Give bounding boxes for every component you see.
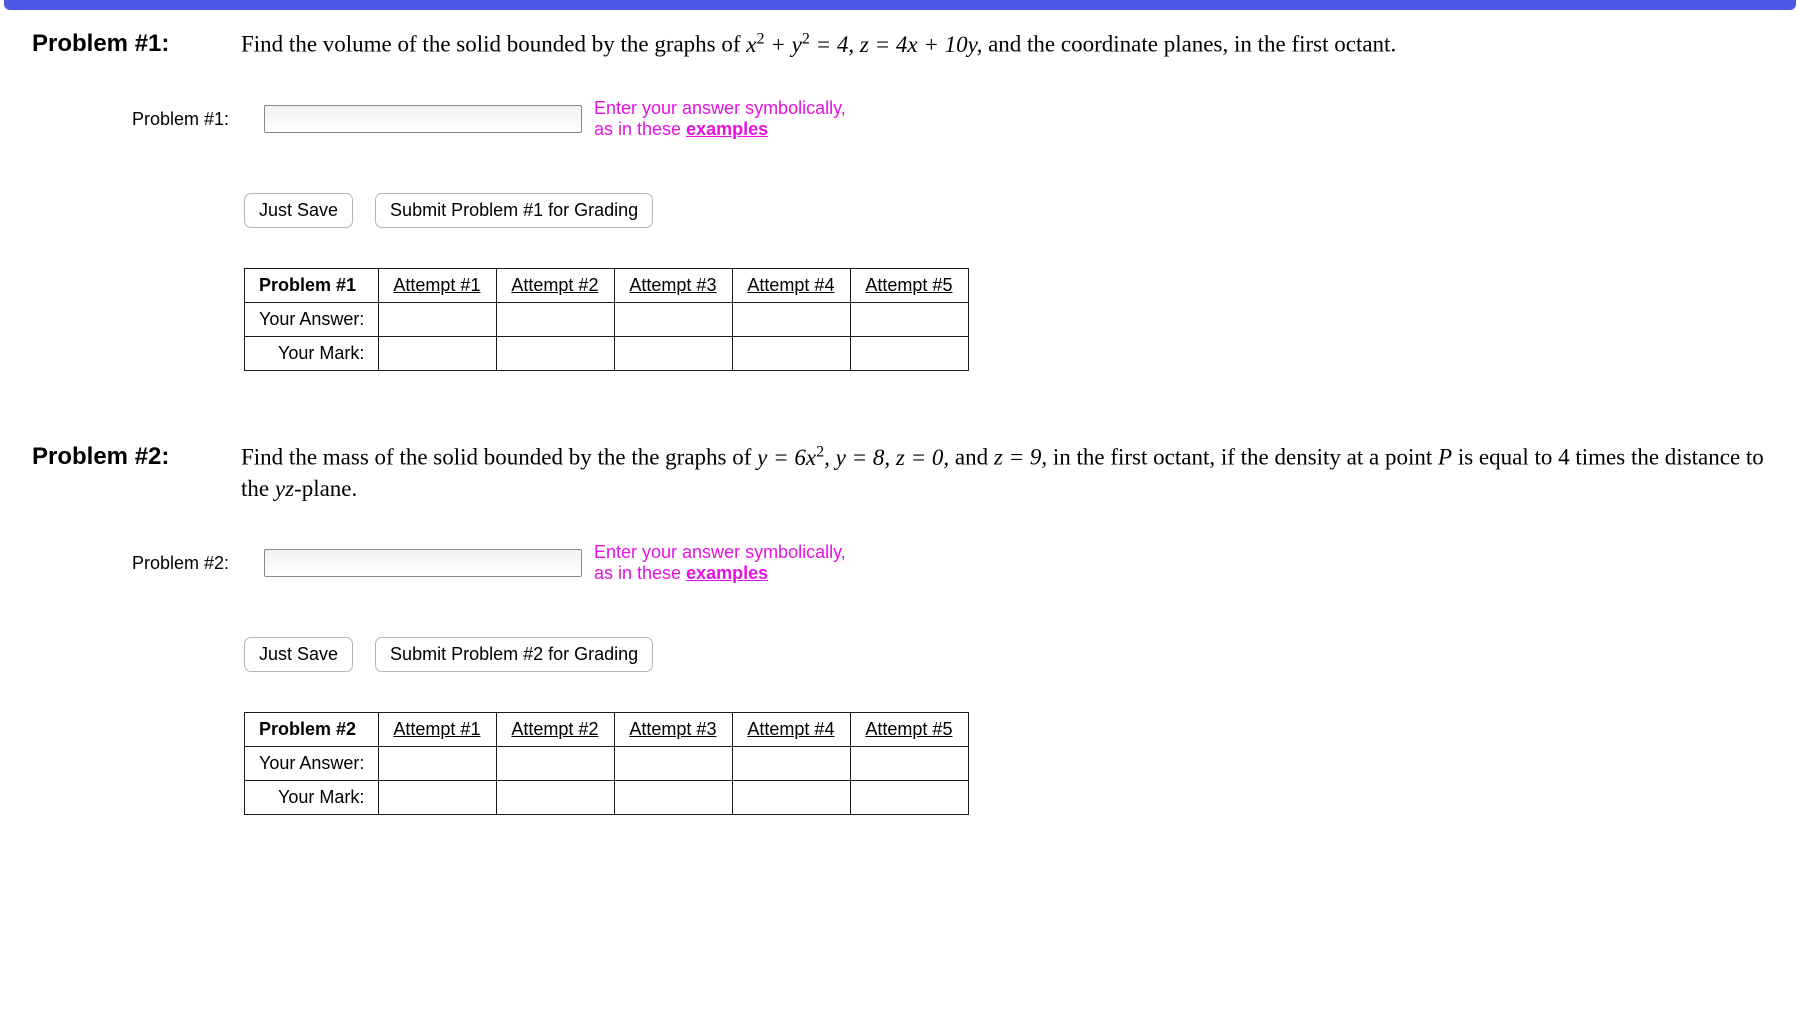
problem-1-header: Problem #1: Find the volume of the solid… — [32, 28, 1772, 60]
answer-cell — [615, 746, 733, 780]
attempt-header-3[interactable]: Attempt #3 — [615, 268, 733, 302]
problem-1-block: Problem #1: Find the volume of the solid… — [32, 28, 1772, 371]
problem-2-your-answer-label: Your Answer: — [245, 746, 379, 780]
problem-2-answer-input[interactable] — [264, 549, 582, 577]
problem-2-answer-label: Problem #2: — [132, 553, 252, 574]
table-row: Your Mark: — [245, 780, 969, 814]
problem-2-your-mark-label: Your Mark: — [245, 780, 379, 814]
problem-2-text-post: in the first octant, if the density at a… — [1047, 445, 1438, 470]
attempt-header-2[interactable]: Attempt #2 — [497, 268, 615, 302]
problem-1-submit-button[interactable]: Submit Problem #1 for Grading — [375, 193, 653, 228]
problem-1-answer-row: Problem #1: Enter your answer symbolical… — [132, 98, 1772, 141]
problem-1-text-post: and the coordinate planes, in the first … — [982, 32, 1396, 57]
problem-1-math: x2 + y2 = 4, z = 4x + 10y, — [746, 32, 982, 57]
table-row: Problem #2 Attempt #1 Attempt #2 Attempt… — [245, 712, 969, 746]
mark-cell — [379, 780, 497, 814]
attempt-header-5[interactable]: Attempt #5 — [851, 712, 969, 746]
attempt-header-4[interactable]: Attempt #4 — [733, 712, 851, 746]
problem-2-submit-button[interactable]: Submit Problem #2 for Grading — [375, 637, 653, 672]
problem-2-attempts-table-wrap: Problem #2 Attempt #1 Attempt #2 Attempt… — [244, 712, 1772, 815]
table-row: Problem #1 Attempt #1 Attempt #2 Attempt… — [245, 268, 969, 302]
mark-cell — [733, 780, 851, 814]
problem-2-block: Problem #2: Find the mass of the solid b… — [32, 441, 1772, 815]
attempt-header-3[interactable]: Attempt #3 — [615, 712, 733, 746]
problem-2-text: Find the mass of the solid bounded by th… — [241, 441, 1772, 504]
attempt-header-2[interactable]: Attempt #2 — [497, 712, 615, 746]
mark-cell — [615, 336, 733, 370]
problem-2-answer-row: Problem #2: Enter your answer symbolical… — [132, 542, 1772, 585]
answer-cell — [379, 746, 497, 780]
problem-2-hint: Enter your answer symbolically, as in th… — [594, 542, 846, 585]
attempt-header-1[interactable]: Attempt #1 — [379, 268, 497, 302]
problem-1-text: Find the volume of the solid bounded by … — [241, 28, 1396, 60]
problem-2-label: Problem #2: — [32, 441, 227, 471]
problem-1-answer-label: Problem #1: — [132, 109, 252, 130]
problem-2-math: y = 6x2, y = 8, z = 0, — [757, 445, 949, 470]
problem-1-label: Problem #1: — [32, 28, 227, 58]
top-accent-bar — [4, 0, 1796, 10]
answer-cell — [851, 302, 969, 336]
table-row: Your Answer: — [245, 302, 969, 336]
problem-2-P: P — [1438, 445, 1452, 470]
attempt-header-1[interactable]: Attempt #1 — [379, 712, 497, 746]
attempt-header-4[interactable]: Attempt #4 — [733, 268, 851, 302]
problem-2-header: Problem #2: Find the mass of the solid b… — [32, 441, 1772, 504]
mark-cell — [851, 336, 969, 370]
attempt-header-5[interactable]: Attempt #5 — [851, 268, 969, 302]
problem-2-and: and — [949, 445, 994, 470]
problem-2-math3: z = 9, — [994, 445, 1047, 470]
problem-1-answer-input[interactable] — [264, 105, 582, 133]
mark-cell — [733, 336, 851, 370]
problem-2-attempts-table: Problem #2 Attempt #1 Attempt #2 Attempt… — [244, 712, 969, 815]
problem-1-your-mark-label: Your Mark: — [245, 336, 379, 370]
mark-cell — [379, 336, 497, 370]
mark-cell — [851, 780, 969, 814]
problem-2-hint-line2: as in these — [594, 563, 686, 583]
mark-cell — [497, 336, 615, 370]
answer-cell — [733, 746, 851, 780]
problem-2-examples-link[interactable]: examples — [686, 563, 768, 583]
problem-1-table-corner: Problem #1 — [245, 268, 379, 302]
page-content: Problem #1: Find the volume of the solid… — [0, 28, 1800, 925]
problem-1-text-pre: Find the volume of the solid bounded by … — [241, 32, 746, 57]
problem-1-hint-line2: as in these — [594, 119, 686, 139]
problem-2-button-row: Just Save Submit Problem #2 for Grading — [244, 637, 1772, 672]
problem-1-attempts-table: Problem #1 Attempt #1 Attempt #2 Attempt… — [244, 268, 969, 371]
problem-2-yz: yz — [275, 476, 294, 501]
problem-2-text-post3: -plane. — [294, 476, 357, 501]
problem-1-examples-link[interactable]: examples — [686, 119, 768, 139]
answer-cell — [851, 746, 969, 780]
problem-2-hint-line1: Enter your answer symbolically, — [594, 542, 846, 562]
problem-1-attempts-table-wrap: Problem #1 Attempt #1 Attempt #2 Attempt… — [244, 268, 1772, 371]
problem-1-your-answer-label: Your Answer: — [245, 302, 379, 336]
answer-cell — [615, 302, 733, 336]
table-row: Your Answer: — [245, 746, 969, 780]
problem-1-save-button[interactable]: Just Save — [244, 193, 353, 228]
mark-cell — [497, 780, 615, 814]
problem-1-hint-line1: Enter your answer symbolically, — [594, 98, 846, 118]
problem-1-hint: Enter your answer symbolically, as in th… — [594, 98, 846, 141]
problem-2-text-pre: Find the mass of the solid bounded by th… — [241, 445, 757, 470]
problem-2-table-corner: Problem #2 — [245, 712, 379, 746]
problem-2-save-button[interactable]: Just Save — [244, 637, 353, 672]
answer-cell — [497, 746, 615, 780]
answer-cell — [379, 302, 497, 336]
answer-cell — [497, 302, 615, 336]
problem-1-button-row: Just Save Submit Problem #1 for Grading — [244, 193, 1772, 228]
answer-cell — [733, 302, 851, 336]
mark-cell — [615, 780, 733, 814]
table-row: Your Mark: — [245, 336, 969, 370]
